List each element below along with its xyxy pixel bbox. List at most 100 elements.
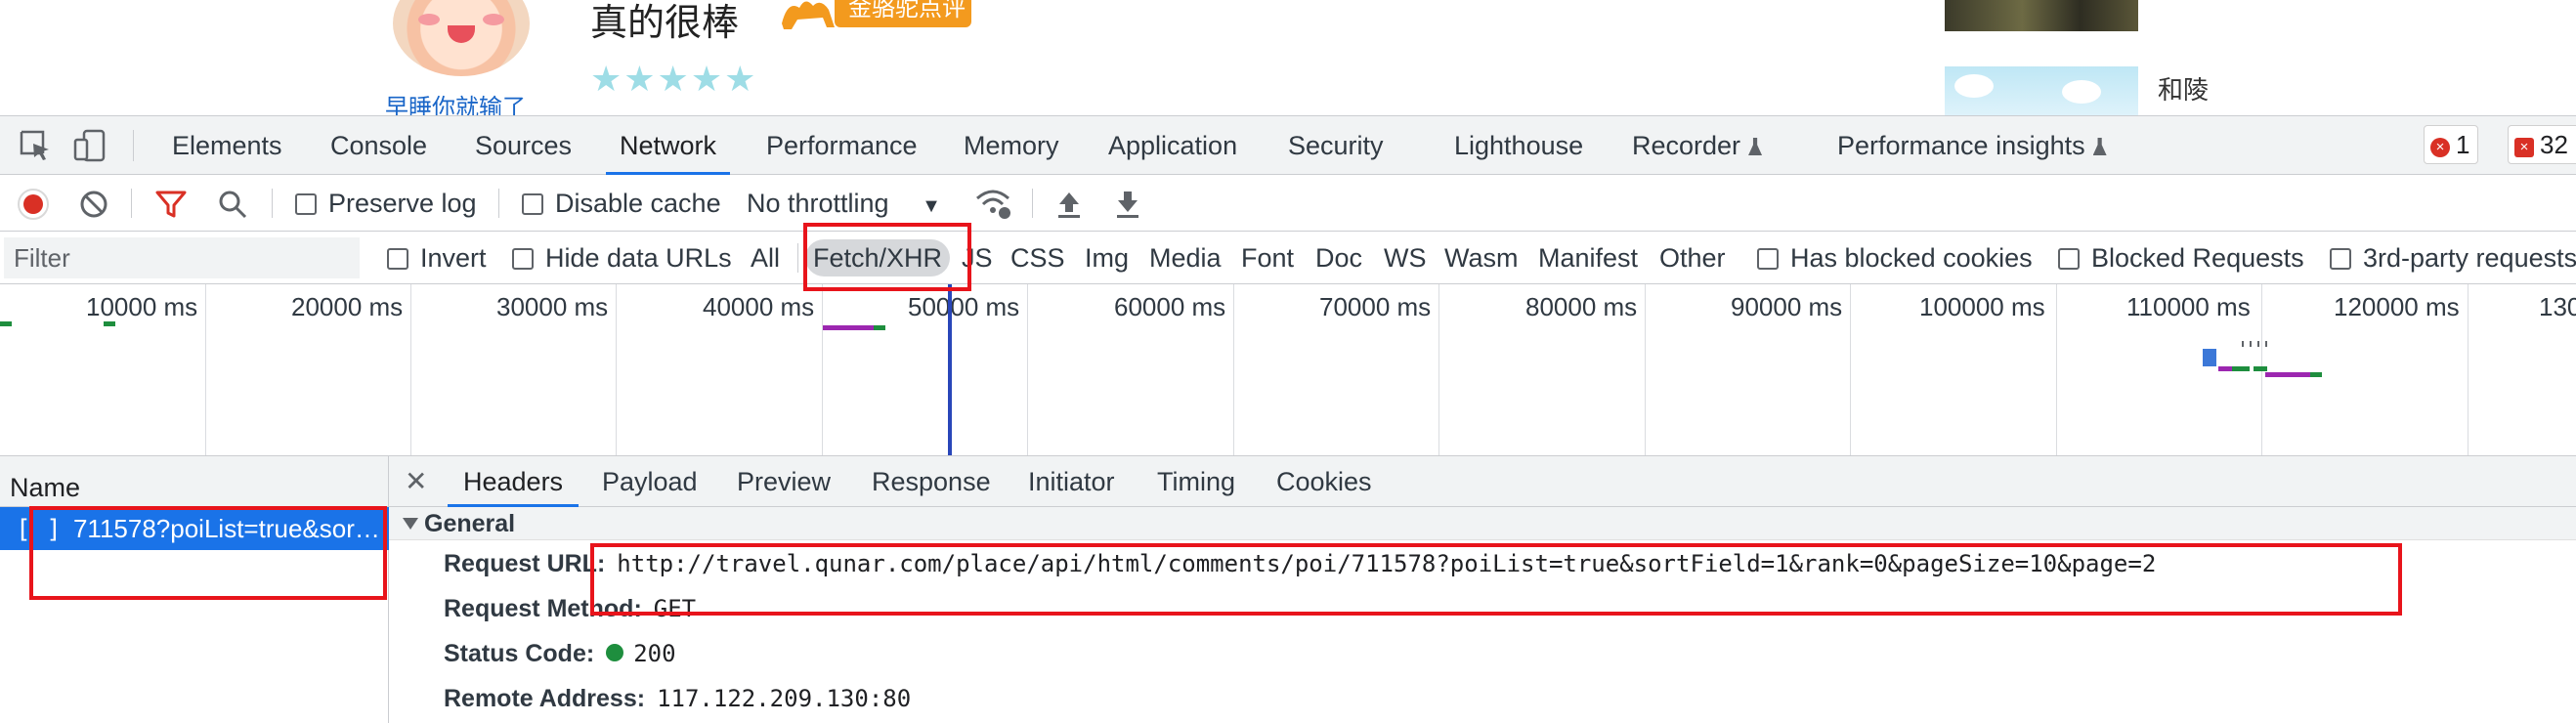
hide-data-urls-checkbox[interactable]: Hide data URLs: [512, 232, 732, 284]
device-toolbar-icon[interactable]: [72, 128, 107, 163]
filter-type-js[interactable]: JS: [962, 232, 993, 284]
rating-stars: ★★★★★: [590, 59, 758, 99]
time-tick-label: 100000 ms: [1919, 292, 2045, 321]
tab-headers[interactable]: Headers: [447, 456, 580, 507]
issues-count-badge[interactable]: × 32: [2508, 125, 2576, 164]
search-icon[interactable]: [217, 189, 248, 220]
review-title[interactable]: 真的很棒: [590, 0, 739, 46]
tab-performance-insights[interactable]: Performance insights: [1837, 116, 2107, 175]
tab-initiator[interactable]: Initiator: [1028, 456, 1115, 507]
network-overview-timeline[interactable]: 10000 ms 20000 ms 30000 ms 40000 ms 5000…: [0, 284, 2576, 456]
status-code-row: Status Code: 200: [444, 640, 676, 668]
review-photo[interactable]: [1945, 0, 2138, 31]
filter-type-all[interactable]: All: [751, 232, 780, 284]
tab-payload[interactable]: Payload: [602, 456, 698, 507]
tab-memory[interactable]: Memory: [964, 116, 1059, 175]
throttling-select[interactable]: No throttling ▼: [747, 175, 941, 232]
filter-input[interactable]: [4, 237, 360, 278]
export-har-icon[interactable]: [1112, 189, 1143, 220]
tab-console[interactable]: Console: [330, 116, 427, 175]
clear-icon[interactable]: [78, 189, 109, 220]
filter-bar: Invert Hide data URLs All Fetch/XHR JS C…: [0, 232, 2576, 284]
grid-line: [205, 284, 206, 455]
request-bar: [2265, 372, 2310, 377]
user-avatar[interactable]: [393, 0, 530, 76]
record-button[interactable]: [18, 189, 49, 220]
third-party-requests-checkbox[interactable]: 3rd-party requests: [2330, 232, 2576, 284]
filter-type-wasm[interactable]: Wasm: [1444, 232, 1519, 284]
request-bar: [2257, 341, 2259, 347]
separator: [1032, 189, 1033, 218]
request-bar: [874, 325, 885, 330]
tab-lighthouse[interactable]: Lighthouse: [1454, 116, 1583, 175]
has-blocked-cookies-checkbox[interactable]: Has blocked cookies: [1757, 232, 2033, 284]
throttling-value: No throttling: [747, 189, 889, 218]
tab-security[interactable]: Security: [1288, 116, 1384, 175]
remote-address-value: 117.122.209.130:80: [657, 685, 912, 712]
expand-triangle-icon: [403, 518, 418, 530]
experiment-flask-icon: [1748, 138, 1763, 155]
filter-type-doc[interactable]: Doc: [1315, 232, 1362, 284]
tab-elements[interactable]: Elements: [172, 116, 282, 175]
checkbox-box: [522, 193, 543, 215]
tab-timing[interactable]: Timing: [1157, 456, 1235, 507]
checkbox-box: [512, 248, 534, 270]
checkbox-box: [2058, 248, 2080, 270]
status-code-value: 200: [633, 640, 676, 667]
grid-line: [2468, 284, 2469, 455]
request-details-pane: ✕ Headers Payload Preview Response Initi…: [389, 456, 2576, 723]
tab-application[interactable]: Application: [1108, 116, 1237, 175]
blocked-requests-checkbox[interactable]: Blocked Requests: [2058, 232, 2304, 284]
tab-sources[interactable]: Sources: [475, 116, 572, 175]
invert-checkbox[interactable]: Invert: [387, 232, 487, 284]
filter-type-other[interactable]: Other: [1659, 232, 1726, 284]
tab-cookies[interactable]: Cookies: [1276, 456, 1372, 507]
request-bar: [2250, 341, 2252, 347]
tab-recorder[interactable]: Recorder: [1632, 116, 1763, 175]
filter-type-css[interactable]: CSS: [1010, 232, 1065, 284]
request-bar: [2310, 372, 2322, 377]
place-photo[interactable]: [1945, 66, 2138, 115]
separator: [272, 189, 273, 218]
filter-type-ws[interactable]: WS: [1384, 232, 1427, 284]
time-tick-label: 30000 ms: [496, 292, 609, 321]
grid-line: [822, 284, 823, 455]
separator: [797, 243, 798, 273]
filter-type-manifest[interactable]: Manifest: [1538, 232, 1638, 284]
close-details-icon[interactable]: ✕: [405, 456, 427, 507]
filter-type-media[interactable]: Media: [1149, 232, 1222, 284]
import-har-icon[interactable]: [1053, 189, 1085, 220]
request-url-label: Request URL:: [444, 550, 606, 577]
filter-type-img[interactable]: Img: [1085, 232, 1129, 284]
grid-line: [1233, 284, 1234, 455]
error-icon: ×: [2430, 138, 2450, 157]
inspect-element-icon[interactable]: [18, 128, 53, 163]
camel-icon: [782, 1, 835, 30]
tab-network[interactable]: Network: [605, 116, 731, 175]
request-method-row: Request Method: GET: [444, 595, 696, 623]
time-tick-label: 50000 ms: [908, 292, 1020, 321]
request-name: 711578?poiList=true&sor…: [72, 514, 380, 543]
request-bar: [2254, 366, 2267, 371]
username-link[interactable]: 早睡你就输了: [385, 88, 526, 115]
name-column-header[interactable]: Name: [0, 456, 388, 507]
request-bar: [823, 325, 874, 330]
tab-performance[interactable]: Performance: [766, 116, 918, 175]
request-method-value: GET: [653, 595, 697, 622]
time-tick-label: 90000 ms: [1731, 292, 1843, 321]
tab-preview[interactable]: Preview: [737, 456, 831, 507]
network-conditions-icon[interactable]: [973, 187, 1012, 220]
tab-response[interactable]: Response: [872, 456, 991, 507]
disable-cache-checkbox[interactable]: Disable cache: [522, 175, 721, 232]
filter-type-fetch-xhr[interactable]: Fetch/XHR: [805, 239, 951, 276]
disable-cache-label: Disable cache: [555, 189, 721, 218]
web-page-content: 早睡你就输了 真的很棒 金骆驼点评 ★★★★★ 和陵: [0, 0, 2576, 115]
tab-recorder-label: Recorder: [1632, 131, 1741, 160]
error-count-badge[interactable]: × 1: [2424, 125, 2479, 164]
filter-icon[interactable]: [154, 189, 188, 220]
preserve-log-checkbox[interactable]: Preserve log: [295, 175, 477, 232]
general-section-header[interactable]: General: [389, 507, 2576, 540]
request-row-selected[interactable]: [ ] 711578?poiList=true&sor…: [0, 507, 389, 550]
place-name-link[interactable]: 和陵: [2158, 70, 2209, 106]
filter-type-font[interactable]: Font: [1241, 232, 1294, 284]
